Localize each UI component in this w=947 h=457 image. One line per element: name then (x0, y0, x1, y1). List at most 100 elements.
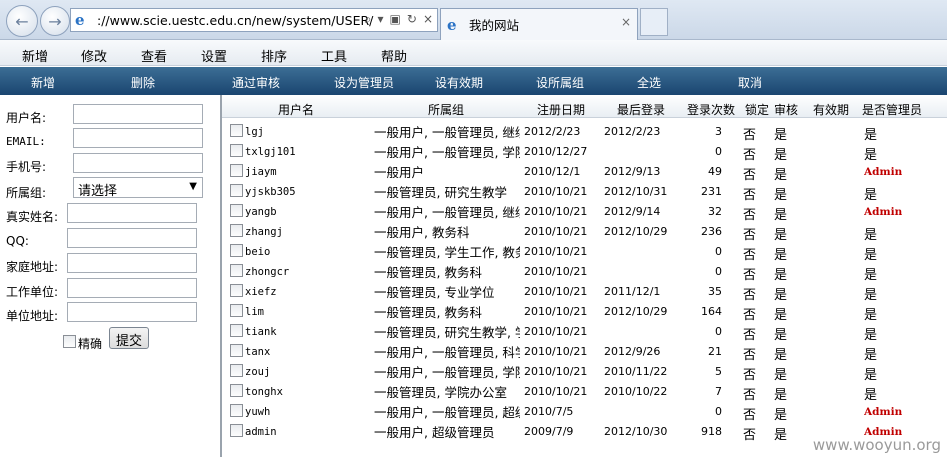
table-row[interactable]: xiefz 一般管理员, 专业学位 2010/10/21 2011/12/1 35 否是是 (222, 281, 947, 303)
cell-last-login: 2012/2/23 (604, 125, 661, 138)
qq-label: QQ: (6, 234, 29, 248)
cell-last-login: 2012/10/31 (604, 185, 668, 198)
address-bar[interactable]: e ://www.scie.uestc.edu.cn/new/system/US… (70, 8, 438, 32)
cell-login-count: 3 (715, 125, 722, 138)
toolbar-select-all[interactable]: 全选 (637, 74, 661, 91)
toolbar-approve[interactable]: 通过审核 (232, 74, 280, 91)
row-checkbox[interactable] (230, 144, 243, 157)
row-checkbox[interactable] (230, 184, 243, 197)
row-checkbox[interactable] (230, 384, 243, 397)
header-username[interactable]: 用户名 (278, 101, 314, 118)
menu-item-settings[interactable]: 设置 (201, 46, 227, 65)
cell-last-login: 2012/10/29 (604, 225, 668, 238)
cell-reg-date: 2010/10/21 (524, 185, 588, 198)
email-input[interactable] (73, 128, 203, 148)
cell-login-count: 7 (715, 385, 722, 398)
dropdown-icon[interactable]: ▾ (378, 12, 384, 27)
table-row[interactable]: yjskb305 一般管理员, 研究生教学 2010/10/21 2012/10/31… (222, 181, 947, 203)
phone-input[interactable] (73, 153, 203, 173)
user-table: 用户名 所属组 注册日期 最后登录 登录次数 锁定 审核 有效期 是否管理员 l… (222, 95, 947, 457)
menu-item-edit[interactable]: 修改 (81, 46, 107, 65)
menu-item-help[interactable]: 帮助 (381, 46, 407, 65)
cell-is-admin: Admin (864, 406, 903, 418)
header-audited[interactable]: 审核 (774, 101, 798, 118)
cell-reg-date: 2010/10/21 (524, 385, 588, 398)
exact-match-checkbox[interactable] (63, 335, 76, 348)
cell-group: 一般用户, 教务科 (374, 225, 470, 240)
menu-item-view[interactable]: 查看 (141, 46, 167, 65)
header-login-count[interactable]: 登录次数 (687, 101, 735, 118)
table-row[interactable]: beio 一般管理员, 学生工作, 教务 2010/10/21 0 否是是 (222, 241, 947, 263)
table-row[interactable]: jiaym 一般用户 2010/12/1 2012/9/13 49 否是 Admin (222, 161, 947, 183)
toolbar-set-expiry[interactable]: 设有效期 (435, 74, 483, 91)
cell-username: admin (245, 426, 277, 438)
compat-icon[interactable]: ▣ (390, 12, 401, 27)
row-checkbox[interactable] (230, 304, 243, 317)
menu-item-tools[interactable]: 工具 (321, 46, 347, 65)
row-checkbox[interactable] (230, 164, 243, 177)
refresh-icon[interactable]: ↻ (407, 12, 417, 27)
menu-item-add[interactable]: 新增 (22, 46, 48, 65)
row-checkbox[interactable] (230, 344, 243, 357)
row-checkbox[interactable] (230, 264, 243, 277)
realname-input[interactable] (67, 203, 197, 223)
company-input[interactable] (67, 278, 197, 298)
header-group[interactable]: 所属组 (428, 101, 464, 118)
row-checkbox[interactable] (230, 404, 243, 417)
row-checkbox[interactable] (230, 424, 243, 437)
cell-reg-date: 2010/10/21 (524, 345, 588, 358)
table-row[interactable]: yangb 一般用户, 一般管理员, 继续 2010/10/21 2012/9/14 3… (222, 201, 947, 223)
company-label: 工作单位: (6, 285, 59, 299)
table-row[interactable]: tanx 一般用户, 一般管理员, 科学 2010/10/21 2012/9/26 21… (222, 341, 947, 363)
row-checkbox[interactable] (230, 364, 243, 377)
row-checkbox[interactable] (230, 244, 243, 257)
forward-button[interactable]: → (40, 6, 70, 36)
header-locked[interactable]: 锁定 (745, 101, 769, 118)
forward-arrow-icon: → (48, 11, 62, 31)
company-address-input[interactable] (67, 302, 197, 322)
cell-reg-date: 2010/10/21 (524, 245, 588, 258)
table-row[interactable]: zouj 一般用户, 一般管理员, 学院 2010/10/21 2010/11/22 5… (222, 361, 947, 383)
stop-icon[interactable]: × (423, 12, 433, 27)
table-row[interactable]: lgj 一般用户, 一般管理员, 继续 2012/2/23 2012/2/23 3 否是是 (222, 121, 947, 143)
tab-active[interactable]: e 我的网站 × (440, 8, 638, 40)
qq-input[interactable] (67, 228, 197, 248)
group-select[interactable]: 请选择 ▼ (73, 177, 203, 199)
cell-last-login: 2010/11/22 (604, 365, 668, 378)
toolbar-set-admin[interactable]: 设为管理员 (334, 74, 394, 91)
back-button[interactable]: ← (6, 5, 38, 37)
cell-login-count: 35 (708, 285, 722, 298)
row-checkbox[interactable] (230, 224, 243, 237)
toolbar-set-group[interactable]: 设所属组 (536, 74, 584, 91)
new-tab-button[interactable] (640, 8, 668, 36)
toolbar-delete[interactable]: 删除 (131, 74, 155, 91)
table-row[interactable]: tiank 一般管理员, 研究生教学, 学 2010/10/21 0 否是是 (222, 321, 947, 343)
header-is-admin[interactable]: 是否管理员 (862, 101, 922, 118)
header-expiry[interactable]: 有效期 (813, 101, 849, 118)
table-row[interactable]: zhangj 一般用户, 教务科 2010/10/21 2012/10/29 236 否是… (222, 221, 947, 243)
username-input[interactable] (73, 104, 203, 124)
submit-button[interactable]: 提交 (109, 327, 150, 349)
header-reg-date[interactable]: 注册日期 (537, 101, 585, 118)
table-row[interactable]: yuwh 一般用户, 一般管理员, 超级 2010/7/5 0 否是 Admin (222, 401, 947, 423)
cell-reg-date: 2010/12/27 (524, 145, 588, 158)
table-row[interactable]: txlgj101 一般用户, 一般管理员, 学院 2010/12/27 0 否是是 (222, 141, 947, 163)
menu-item-sort[interactable]: 排序 (261, 46, 287, 65)
header-last-login[interactable]: 最后登录 (617, 101, 665, 118)
cell-username: zhongcr (245, 266, 290, 278)
search-icon[interactable]: ⌕ (365, 12, 372, 27)
row-checkbox[interactable] (230, 284, 243, 297)
address-input[interactable] (67, 253, 197, 273)
cell-group: 一般用户 (374, 165, 425, 180)
cell-login-count: 21 (708, 345, 722, 358)
back-arrow-icon: ← (15, 11, 29, 31)
table-row[interactable]: tonghx 一般管理员, 学院办公室 2010/10/21 2010/10/22 7 否… (222, 381, 947, 403)
toolbar-cancel[interactable]: 取消 (738, 74, 762, 91)
row-checkbox[interactable] (230, 204, 243, 217)
table-row[interactable]: lim 一般管理员, 教务科 2010/10/21 2012/10/29 164 否是是 (222, 301, 947, 323)
row-checkbox[interactable] (230, 124, 243, 137)
table-row[interactable]: zhongcr 一般管理员, 教务科 2010/10/21 0 否是是 (222, 261, 947, 283)
tab-close-icon[interactable]: × (621, 15, 631, 29)
toolbar-add[interactable]: 新增 (31, 74, 55, 91)
row-checkbox[interactable] (230, 324, 243, 337)
